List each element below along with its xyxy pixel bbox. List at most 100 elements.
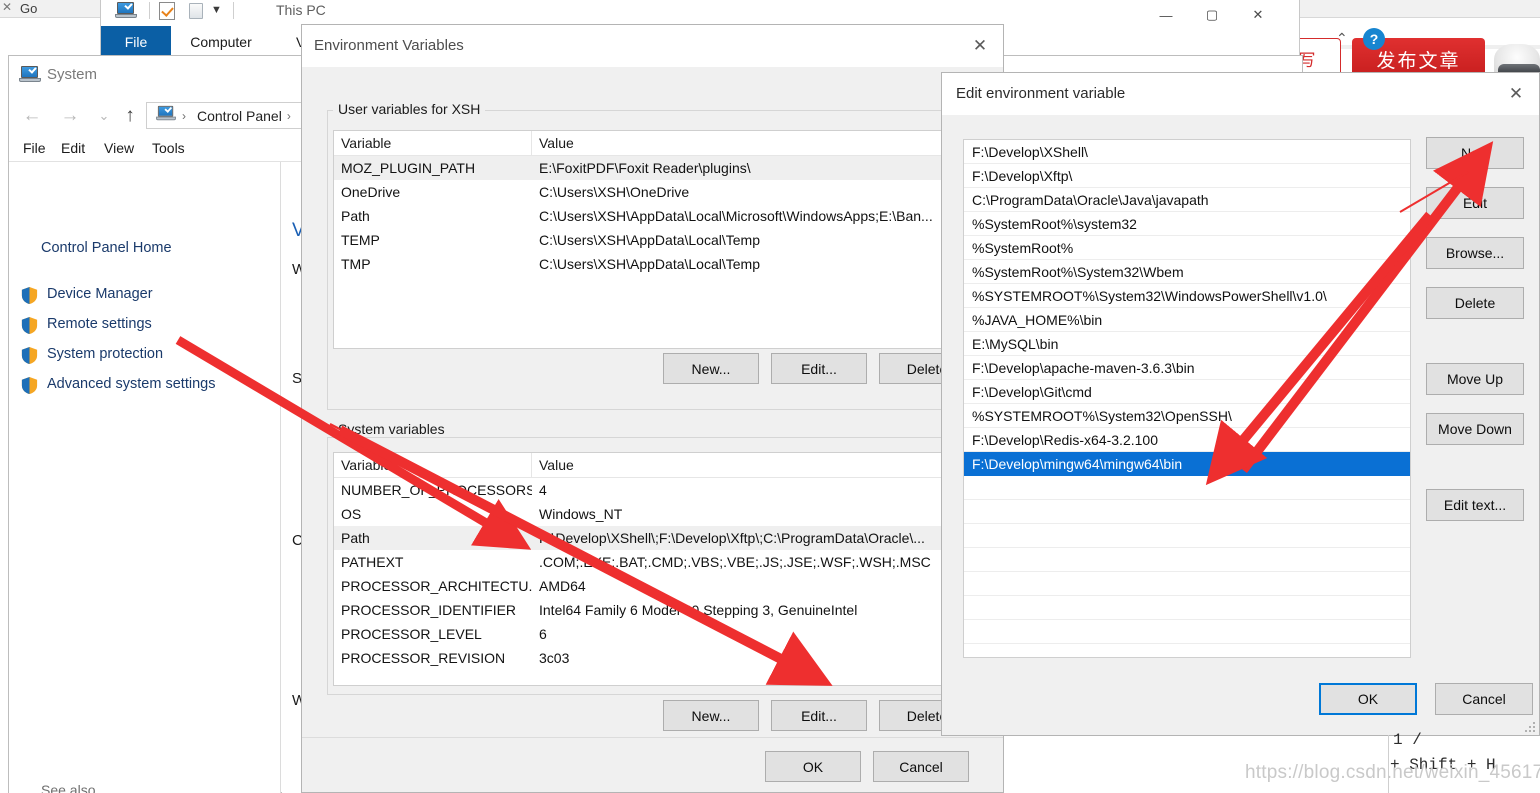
table-row[interactable]: PROCESSOR_ARCHITECTU... AMD64: [334, 574, 970, 598]
list-item[interactable]: F:\Develop\apache-maven-3.6.3\bin: [964, 356, 1410, 380]
shield-icon-device-manager: [20, 286, 39, 305]
list-item[interactable]: F:\Develop\Xftp\: [964, 164, 1410, 188]
properties-icon[interactable]: [159, 2, 175, 20]
forward-button[interactable]: →: [57, 104, 83, 128]
tab-computer[interactable]: Computer: [171, 26, 271, 58]
dropdown-caret-icon[interactable]: ▼: [211, 4, 222, 16]
resize-grip[interactable]: [1523, 720, 1535, 732]
env-ok-button[interactable]: OK: [765, 751, 861, 782]
menu-edit[interactable]: Edit: [61, 140, 85, 156]
control-panel-home-link[interactable]: Control Panel Home: [41, 240, 172, 256]
list-item[interactable]: F:\Develop\XShell\: [964, 140, 1410, 164]
tab-close-icon[interactable]: ✕: [2, 0, 12, 14]
environment-variables-dialog: Environment Variables ✕ User variables f…: [301, 24, 1004, 793]
list-item[interactable]: %JAVA_HOME%\bin: [964, 308, 1410, 332]
table-row[interactable]: Path F:\Develop\XShell\;F:\Develop\Xftp\…: [334, 526, 970, 550]
footer-separator: [302, 737, 1003, 738]
list-item[interactable]: %SYSTEMROOT%\System32\OpenSSH\: [964, 404, 1410, 428]
browse-button[interactable]: Browse...: [1426, 237, 1524, 269]
edit-dialog-close-icon[interactable]: ✕: [1493, 73, 1539, 115]
table-row[interactable]: OS Windows_NT: [334, 502, 970, 526]
list-item[interactable]: %SystemRoot%\system32: [964, 212, 1410, 236]
ribbon-collapse-icon[interactable]: ⌃: [1336, 30, 1348, 47]
edit-button[interactable]: Edit: [1426, 187, 1524, 219]
list-item[interactable]: %SYSTEMROOT%\System32\WindowsPowerShell\…: [964, 284, 1410, 308]
edit-environment-variable-dialog: Edit environment variable ✕ F:\Develop\X…: [941, 72, 1540, 736]
minimize-button[interactable]: —: [1143, 2, 1189, 28]
edit-cancel-button[interactable]: Cancel: [1435, 683, 1533, 715]
cell-value: AMD64: [539, 578, 586, 594]
list-item-empty[interactable]: [964, 500, 1410, 524]
menu-tools[interactable]: Tools: [152, 140, 185, 156]
list-item[interactable]: E:\MySQL\bin: [964, 332, 1410, 356]
table-row[interactable]: OneDrive C:\Users\XSH\OneDrive: [334, 180, 970, 204]
user-variables-table[interactable]: Variable Value MOZ_PLUGIN_PATH E:\FoxitP…: [333, 130, 971, 349]
table-row[interactable]: PROCESSOR_REVISION 3c03: [334, 646, 970, 670]
close-button[interactable]: ✕: [1235, 2, 1281, 28]
list-item[interactable]: %SystemRoot%\System32\Wbem: [964, 260, 1410, 284]
env-dialog-close-icon[interactable]: ✕: [957, 25, 1003, 67]
list-item-empty[interactable]: [964, 572, 1410, 596]
table-row[interactable]: TMP C:\Users\XSH\AppData\Local\Temp: [334, 252, 970, 276]
this-pc-icon[interactable]: [115, 1, 137, 20]
table-row[interactable]: TEMP C:\Users\XSH\AppData\Local\Temp: [334, 228, 970, 252]
list-item[interactable]: %SystemRoot%: [964, 236, 1410, 260]
menu-view[interactable]: View: [104, 140, 134, 156]
user-table-header: Variable Value: [334, 131, 970, 156]
move-up-button[interactable]: Move Up: [1426, 363, 1524, 395]
table-row[interactable]: PROCESSOR_LEVEL 6: [334, 622, 970, 646]
list-item-empty[interactable]: [964, 476, 1410, 500]
table-row[interactable]: MOZ_PLUGIN_PATH E:\FoxitPDF\Foxit Reader…: [334, 156, 970, 180]
list-item-selected[interactable]: F:\Develop\mingw64\mingw64\bin: [964, 452, 1410, 476]
cell-variable: TEMP: [341, 232, 380, 248]
maximize-button[interactable]: ▢: [1189, 2, 1235, 28]
user-edit-button[interactable]: Edit...: [771, 353, 867, 384]
env-cancel-button[interactable]: Cancel: [873, 751, 969, 782]
list-item[interactable]: F:\Develop\Git\cmd: [964, 380, 1410, 404]
up-button[interactable]: ↑: [117, 104, 143, 128]
edit-text-button[interactable]: Edit text...: [1426, 489, 1524, 521]
cell-value: 4: [539, 482, 547, 498]
breadcrumb-separator-2: ›: [286, 108, 291, 123]
back-button[interactable]: ←: [19, 104, 45, 128]
cell-variable: Path: [341, 530, 370, 546]
cell-variable: NUMBER_OF_PROCESSORS: [341, 482, 532, 498]
move-down-button[interactable]: Move Down: [1426, 413, 1524, 445]
edit-ok-button[interactable]: OK: [1319, 683, 1417, 715]
cell-value: Windows_NT: [539, 506, 623, 522]
table-row[interactable]: Path C:\Users\XSH\AppData\Local\Microsof…: [334, 204, 970, 228]
table-row[interactable]: NUMBER_OF_PROCESSORS 4: [334, 478, 970, 502]
browser-tab-label[interactable]: Go: [20, 1, 37, 16]
list-item[interactable]: C:\ProgramData\Oracle\Java\javapath: [964, 188, 1410, 212]
system-edit-button[interactable]: Edit...: [771, 700, 867, 731]
list-item[interactable]: F:\Develop\Redis-x64-3.2.100: [964, 428, 1410, 452]
new-button[interactable]: New: [1426, 137, 1524, 169]
path-entries-list[interactable]: F:\Develop\XShell\ F:\Develop\Xftp\ C:\P…: [963, 139, 1411, 658]
breadcrumb-control-panel[interactable]: Control Panel: [197, 108, 282, 124]
sidebar-item-advanced-system-settings[interactable]: Advanced system settings: [47, 376, 215, 392]
cell-value: 3c03: [539, 650, 570, 666]
list-item-empty[interactable]: [964, 524, 1410, 548]
menu-file[interactable]: File: [23, 140, 46, 156]
help-icon[interactable]: ?: [1363, 28, 1385, 50]
system-variables-table[interactable]: Variable Value NUMBER_OF_PROCESSORS 4 OS…: [333, 452, 971, 686]
delete-button[interactable]: Delete: [1426, 287, 1524, 319]
folder-icon[interactable]: [189, 3, 203, 19]
recent-locations-button[interactable]: ⌄: [91, 104, 117, 128]
user-new-button[interactable]: New...: [663, 353, 759, 384]
column-header-variable: Variable: [334, 131, 532, 155]
sidebar-item-device-manager[interactable]: Device Manager: [47, 286, 153, 302]
sidebar-item-remote-settings[interactable]: Remote settings: [47, 316, 152, 332]
system-new-button[interactable]: New...: [663, 700, 759, 731]
cell-variable: PROCESSOR_REVISION: [341, 650, 506, 666]
sidebar-item-system-protection[interactable]: System protection: [47, 346, 163, 362]
cell-variable: MOZ_PLUGIN_PATH: [341, 160, 476, 176]
list-item-empty[interactable]: [964, 548, 1410, 572]
tab-file[interactable]: File: [101, 26, 171, 58]
list-item-empty[interactable]: [964, 596, 1410, 620]
see-also-label: See also: [41, 782, 96, 793]
list-item-empty[interactable]: [964, 620, 1410, 644]
table-row[interactable]: PROCESSOR_IDENTIFIER Intel64 Family 6 Mo…: [334, 598, 970, 622]
table-row[interactable]: PATHEXT .COM;.EXE;.BAT;.CMD;.VBS;.VBE;.J…: [334, 550, 970, 574]
system-window-icon: [19, 65, 41, 88]
